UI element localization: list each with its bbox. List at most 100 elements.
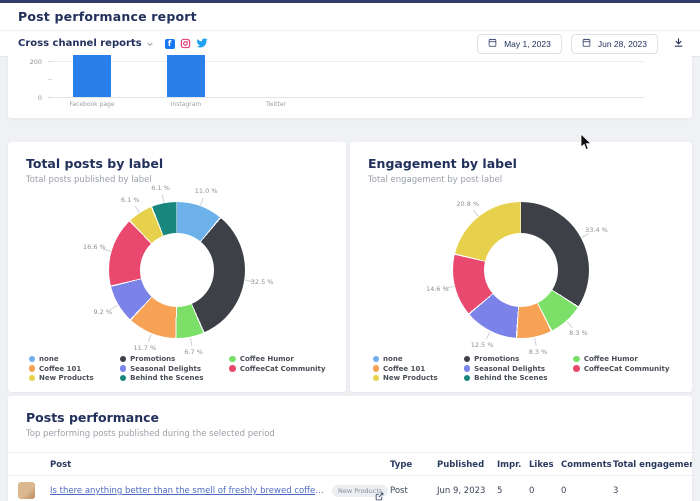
chart-title: Total posts by label (26, 156, 163, 171)
download-icon (673, 36, 684, 51)
legend-color-dot (229, 365, 236, 372)
donut-hole (140, 233, 214, 307)
donut-percent-label: 11.7 % (133, 344, 156, 352)
twitter-icon[interactable] (196, 34, 208, 53)
legend-item-coffee-humor[interactable]: Coffee Humor (229, 355, 325, 363)
legend-item-none[interactable]: none (29, 355, 94, 363)
percent-leader-line (135, 206, 140, 213)
legend-item-seasonal-delights[interactable]: Seasonal Delights (120, 365, 204, 373)
legend-color-dot (373, 375, 380, 382)
legend-item-coffeecat-community[interactable]: CoffeeCat Community (229, 365, 325, 373)
legend-item-coffeecat-community[interactable]: CoffeeCat Community (573, 365, 669, 373)
percent-leader-line (473, 210, 479, 217)
legend-label: none (383, 355, 403, 363)
legend-item-new-products[interactable]: New Products (29, 374, 94, 382)
donut-ring[interactable] (109, 202, 245, 338)
legend-label: Coffee 101 (39, 365, 81, 373)
chart-title: Engagement by label (368, 156, 517, 171)
bar-instagram[interactable] (167, 55, 205, 97)
bar-facebook-page[interactable] (73, 55, 111, 97)
x-axis-category-label: Twitter (231, 101, 321, 108)
chevron-down-icon (146, 40, 154, 48)
y-axis-tick (48, 79, 52, 80)
legend-color-dot (29, 365, 36, 372)
post-comments: 0 (561, 486, 566, 496)
legend-color-dot (120, 375, 127, 382)
legend-item-new-products[interactable]: New Products (373, 374, 438, 382)
donut-percent-label: 11.0 % (195, 187, 218, 195)
legend-color-dot (120, 365, 127, 372)
legend-item-promotions[interactable]: Promotions (120, 355, 204, 363)
legend-color-dot (464, 356, 471, 363)
donut-percent-label: 20.8 % (456, 200, 479, 208)
facebook-icon[interactable]: f (165, 39, 175, 49)
legend-label: CoffeeCat Community (584, 365, 670, 373)
posts-performance-card: Posts performance Top performing posts p… (8, 396, 692, 501)
legend-color-dot (29, 375, 36, 382)
donut-percent-label: 6.1 % (151, 184, 170, 192)
legend-color-dot (573, 365, 580, 372)
post-thumbnail (18, 482, 35, 499)
column-header-published: Published (437, 460, 484, 470)
y-axis-tick (48, 61, 52, 62)
external-link-icon[interactable] (375, 486, 384, 501)
percent-leader-line (486, 332, 491, 340)
percent-leader-line (148, 334, 152, 342)
date-start-value: May 1, 2023 (504, 39, 551, 49)
post-total-engagement: 3 (613, 486, 618, 496)
legend-item-coffee-101[interactable]: Coffee 101 (373, 365, 438, 373)
post-link[interactable]: Is there anything better than the smell … (50, 486, 328, 496)
column-header-total-engagement: Total engagement (613, 460, 692, 470)
download-report-button[interactable] (667, 34, 690, 53)
report-content: 0200Facebook pageInstagramTwitter Total … (0, 57, 700, 501)
legend-item-none[interactable]: none (373, 355, 438, 363)
post-likes: 0 (529, 486, 534, 496)
legend-item-behind-the-scenes[interactable]: Behind the Scenes (120, 374, 204, 382)
column-header-post: Post (50, 460, 71, 470)
legend-label: Coffee 101 (383, 365, 425, 373)
bar-chart-posts-by-channel: 0200Facebook pageInstagramTwitter (8, 55, 692, 118)
legend-label: New Products (39, 374, 94, 382)
section-title: Posts performance (26, 410, 159, 425)
chart-legend: none Coffee 101New Products Promotions Seas… (350, 355, 692, 382)
date-start-button[interactable]: May 1, 2023 (477, 34, 562, 54)
legend-color-dot (120, 356, 127, 363)
donut-ring[interactable] (453, 202, 589, 338)
legend-item-seasonal-delights[interactable]: Seasonal Delights (464, 365, 548, 373)
chart-legend: none Coffee 101New Products Promotions Seas… (8, 355, 346, 382)
legend-item-coffee-101[interactable]: Coffee 101 (29, 365, 94, 373)
legend-item-promotions[interactable]: Promotions (464, 355, 548, 363)
legend-color-dot (464, 365, 471, 372)
column-header-likes: Likes (529, 460, 554, 470)
donut-percent-label: 12.5 % (471, 341, 494, 349)
legend-label: Coffee Humor (584, 355, 638, 363)
donut-chart-total-posts[interactable]: 11.0 %32.5 %6.7 %11.7 %9.2 %16.6 %6.1 %6… (8, 186, 346, 354)
legend-label: Promotions (130, 355, 175, 363)
legend-label: Promotions (474, 355, 519, 363)
gridline (52, 61, 644, 62)
posts-by-channel-card: 0200Facebook pageInstagramTwitter (8, 55, 692, 118)
report-selector[interactable]: Cross channel reports (18, 38, 154, 49)
column-header-comments: Comments (561, 460, 612, 470)
post-type: Post (390, 486, 408, 496)
date-end-button[interactable]: Jun 28, 2023 (571, 34, 658, 54)
donut-chart-engagement[interactable]: 33.4 %8.3 %8.3 %12.5 %14.6 %20.8 % (350, 186, 692, 354)
legend-item-coffee-humor[interactable]: Coffee Humor (573, 355, 669, 363)
percent-leader-line (581, 233, 589, 238)
donut-percent-label: 33.4 % (585, 226, 608, 234)
percent-leader-line (190, 338, 193, 346)
donut-percent-label: 32.5 % (251, 278, 274, 286)
legend-item-behind-the-scenes[interactable]: Behind the Scenes (464, 374, 548, 382)
chart-subtitle: Total engagement by post label (368, 175, 502, 185)
donut-percent-label: 9.2 % (93, 308, 112, 316)
instagram-icon[interactable] (180, 34, 191, 53)
y-axis-tick-label: 200 (16, 58, 42, 66)
engagement-by-label-card: Engagement by label Total engagement by … (350, 142, 692, 392)
app-header: Post performance report (0, 3, 700, 31)
legend-label: CoffeeCat Community (240, 365, 326, 373)
calendar-icon (582, 38, 591, 49)
section-subtitle: Top performing posts published during th… (26, 429, 275, 439)
legend-label: Behind the Scenes (474, 374, 547, 382)
percent-leader-line (567, 322, 573, 329)
legend-label: Seasonal Delights (130, 365, 201, 373)
